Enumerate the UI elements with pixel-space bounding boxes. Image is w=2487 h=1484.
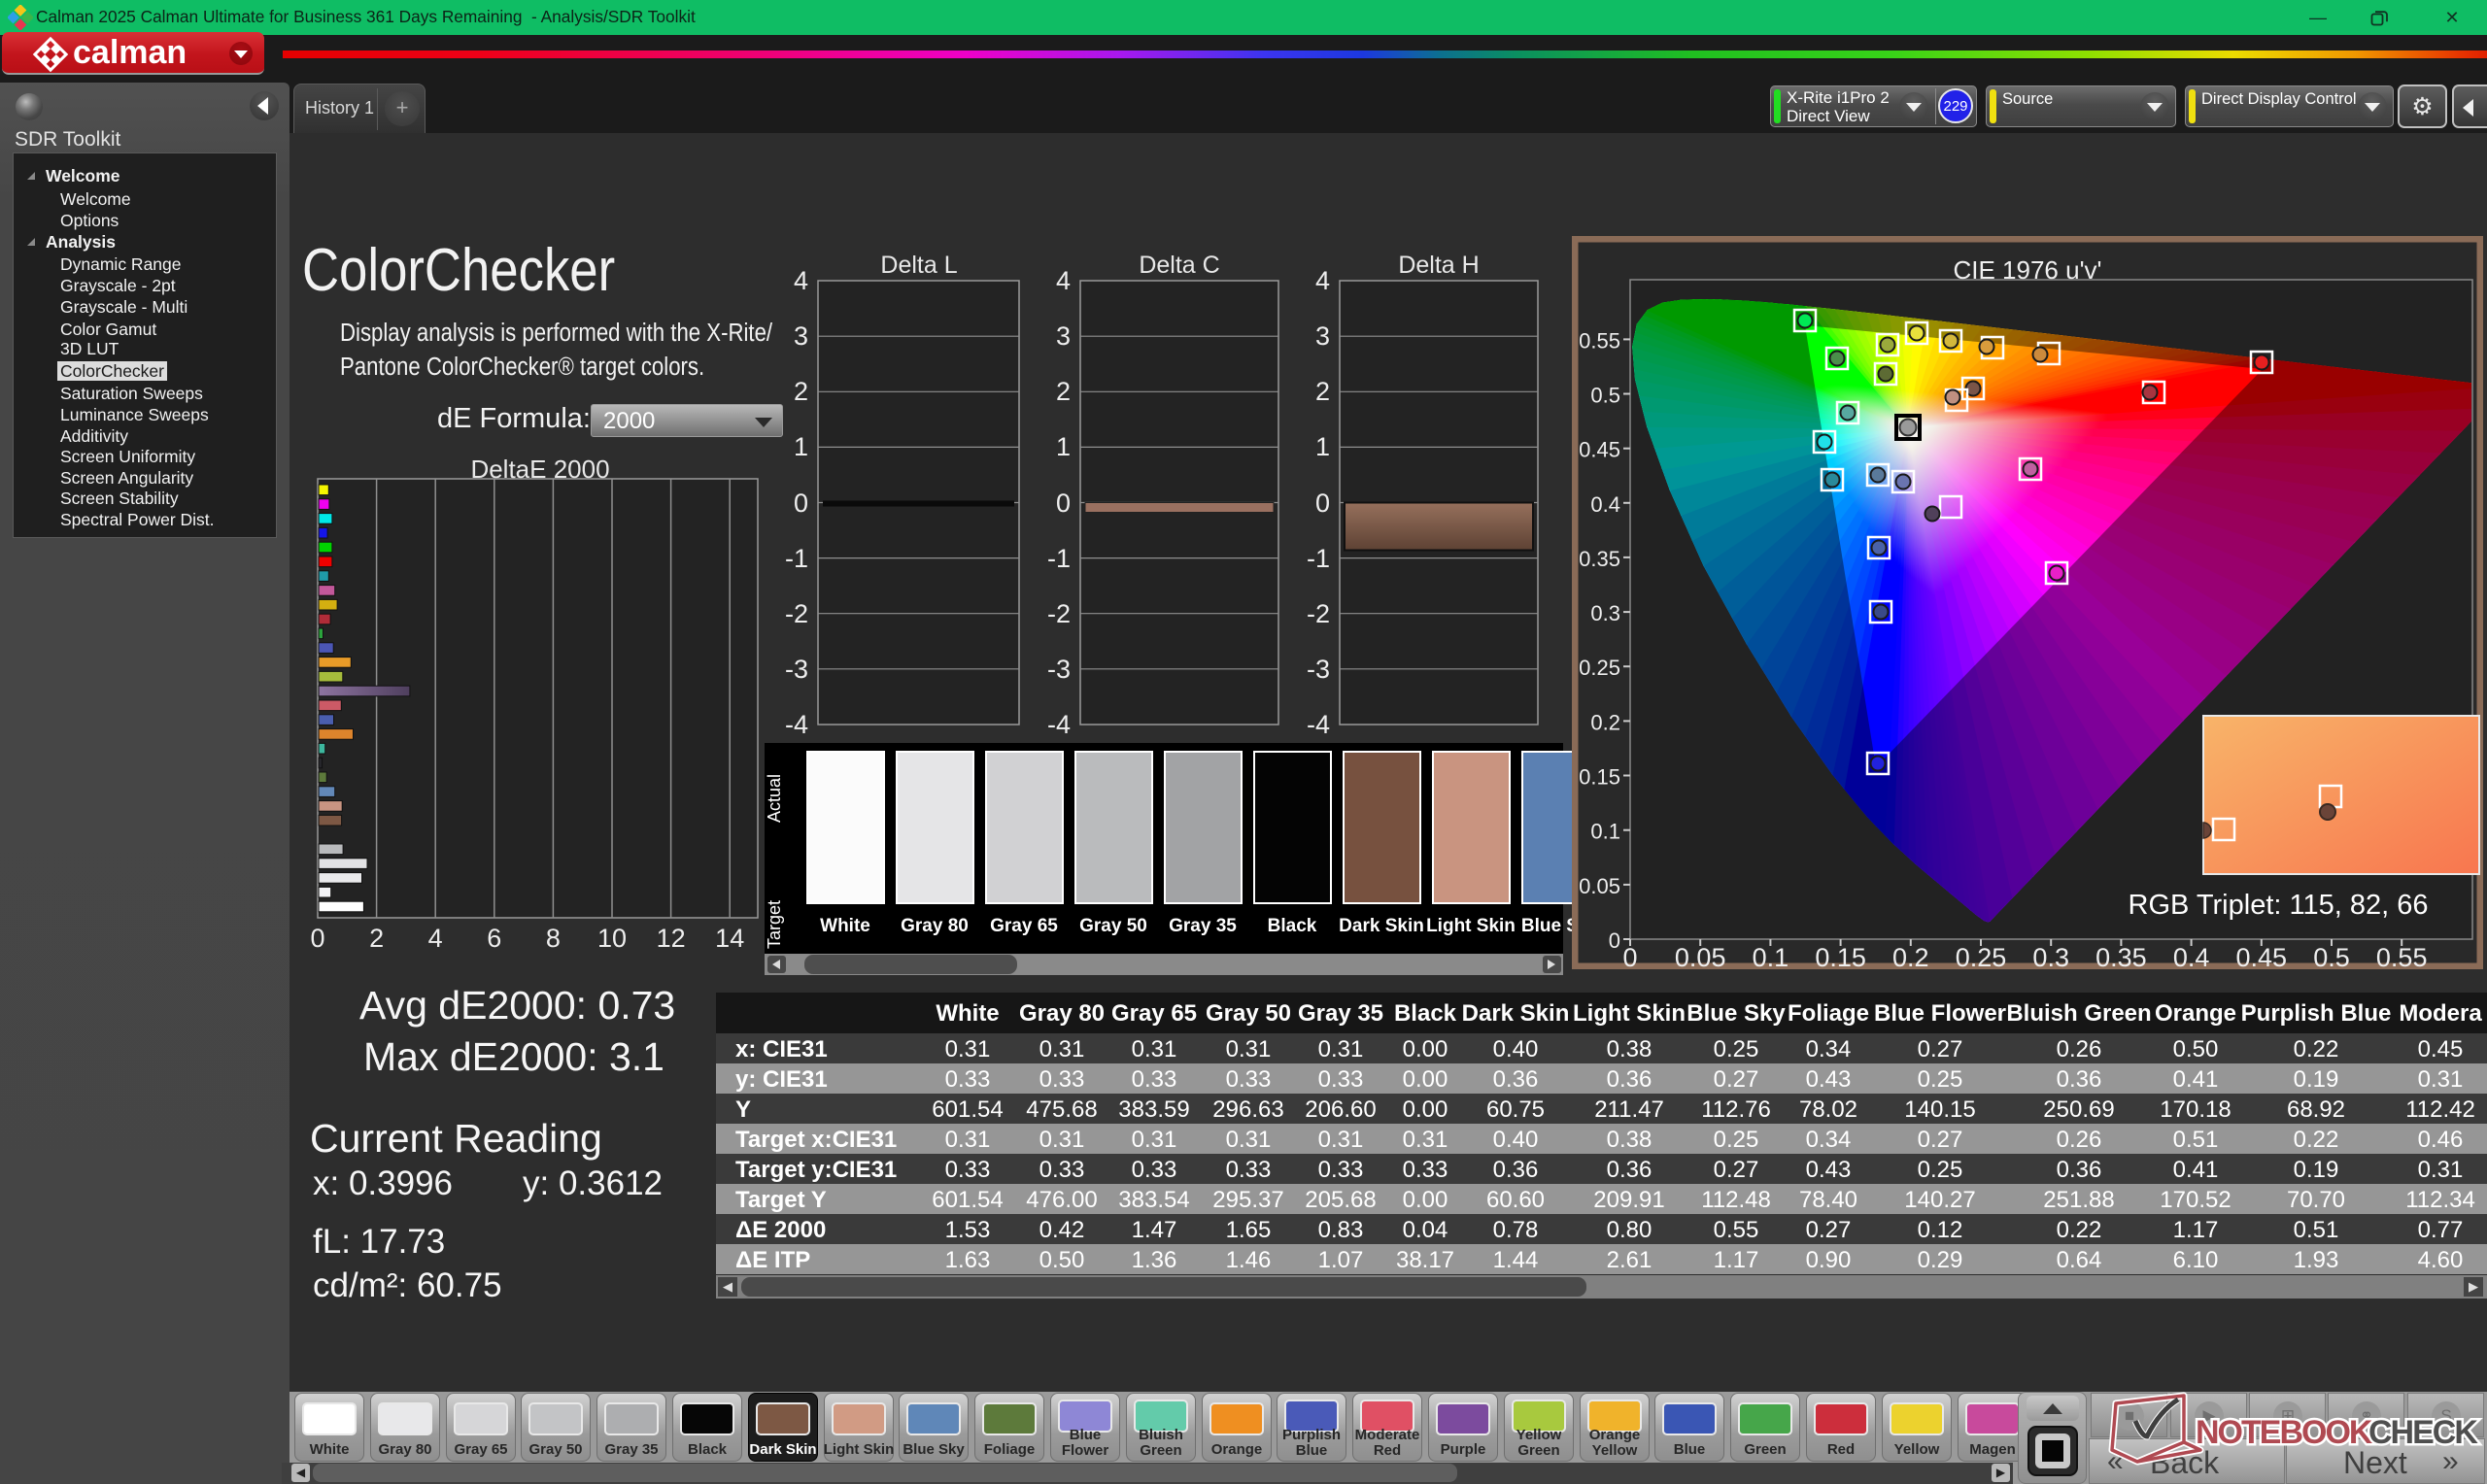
svg-text:White: White — [820, 916, 870, 936]
svg-text:Target: Target — [765, 900, 784, 949]
svg-text:0.4: 0.4 — [2173, 943, 2210, 969]
svg-text:3: 3 — [1056, 321, 1071, 351]
svg-text:0: 0 — [1609, 928, 1620, 953]
svg-text:2: 2 — [1315, 377, 1330, 406]
svg-text:0.55: 0.55 — [1579, 328, 1620, 353]
svg-text:0.05: 0.05 — [1579, 874, 1620, 898]
svg-text:-4: -4 — [1047, 710, 1071, 739]
svg-text:0.2: 0.2 — [1892, 943, 1929, 969]
svg-text:1: 1 — [1056, 432, 1071, 461]
svg-text:-2: -2 — [1307, 599, 1330, 628]
svg-text:4: 4 — [1315, 266, 1330, 295]
svg-text:0.25: 0.25 — [1956, 943, 2007, 969]
svg-text:0.3: 0.3 — [2032, 943, 2069, 969]
svg-text:2: 2 — [1056, 377, 1071, 406]
svg-text:2: 2 — [794, 377, 808, 406]
svg-text:Delta L: Delta L — [880, 252, 957, 279]
svg-text:-1: -1 — [1307, 544, 1330, 573]
svg-text:Gray 80: Gray 80 — [901, 916, 969, 936]
svg-text:6: 6 — [487, 924, 501, 953]
svg-text:Black: Black — [1268, 916, 1317, 936]
svg-text:Dark Skin: Dark Skin — [1339, 916, 1424, 936]
svg-text:0.05: 0.05 — [1675, 943, 1726, 969]
svg-text:RGB Triplet: 115, 82, 66: RGB Triplet: 115, 82, 66 — [2129, 890, 2429, 921]
svg-text:Gray 35: Gray 35 — [1169, 916, 1237, 936]
svg-text:-3: -3 — [1307, 655, 1330, 684]
svg-text:0.4: 0.4 — [1590, 492, 1620, 517]
svg-text:1: 1 — [794, 432, 808, 461]
svg-text:CHECK: CHECK — [2368, 1414, 2478, 1451]
svg-text:0.5: 0.5 — [1590, 384, 1620, 408]
svg-text:0.1: 0.1 — [1753, 943, 1789, 969]
svg-text:-4: -4 — [1307, 710, 1330, 739]
svg-text:10: 10 — [597, 924, 627, 953]
svg-text:0: 0 — [1315, 489, 1330, 518]
svg-text:Delta H: Delta H — [1398, 252, 1479, 279]
svg-text:0: 0 — [1622, 943, 1637, 969]
svg-text:4: 4 — [794, 266, 808, 295]
svg-text:-1: -1 — [785, 544, 808, 573]
svg-text:8: 8 — [546, 924, 561, 953]
svg-text:0.45: 0.45 — [2236, 943, 2288, 969]
svg-text:0.15: 0.15 — [1579, 765, 1620, 790]
svg-text:-3: -3 — [785, 655, 808, 684]
svg-text:14: 14 — [715, 924, 744, 953]
svg-text:-2: -2 — [785, 599, 808, 628]
svg-text:-4: -4 — [785, 710, 808, 739]
svg-text:12: 12 — [657, 924, 686, 953]
svg-text:0.45: 0.45 — [1579, 438, 1620, 462]
svg-text:NOTEBOOK: NOTEBOOK — [2196, 1414, 2373, 1451]
svg-text:Actual: Actual — [765, 774, 784, 823]
svg-text:0.3: 0.3 — [1590, 601, 1620, 625]
svg-text:Light Skin: Light Skin — [1426, 916, 1516, 936]
svg-text:0.35: 0.35 — [1579, 547, 1620, 571]
svg-text:0.25: 0.25 — [1579, 656, 1620, 680]
svg-text:0: 0 — [794, 489, 808, 518]
svg-text:Gray 50: Gray 50 — [1079, 916, 1147, 936]
svg-text:-3: -3 — [1047, 655, 1071, 684]
svg-text:0.15: 0.15 — [1815, 943, 1866, 969]
svg-text:Delta C: Delta C — [1139, 252, 1219, 279]
svg-text:2: 2 — [369, 924, 384, 953]
svg-text:3: 3 — [794, 321, 808, 351]
svg-text:1: 1 — [1315, 432, 1330, 461]
svg-text:0: 0 — [1056, 489, 1071, 518]
svg-text:4: 4 — [428, 924, 443, 953]
svg-text:0.55: 0.55 — [2376, 943, 2428, 969]
svg-text:0.35: 0.35 — [2095, 943, 2147, 969]
svg-text:3: 3 — [1315, 321, 1330, 351]
svg-text:Gray 65: Gray 65 — [990, 916, 1058, 936]
svg-text:0.5: 0.5 — [2313, 943, 2350, 969]
svg-text:-1: -1 — [1047, 544, 1071, 573]
svg-text:0.2: 0.2 — [1590, 710, 1620, 734]
svg-text:0.1: 0.1 — [1590, 820, 1620, 844]
svg-text:-2: -2 — [1047, 599, 1071, 628]
svg-text:4: 4 — [1056, 266, 1071, 295]
svg-text:0: 0 — [310, 924, 324, 953]
